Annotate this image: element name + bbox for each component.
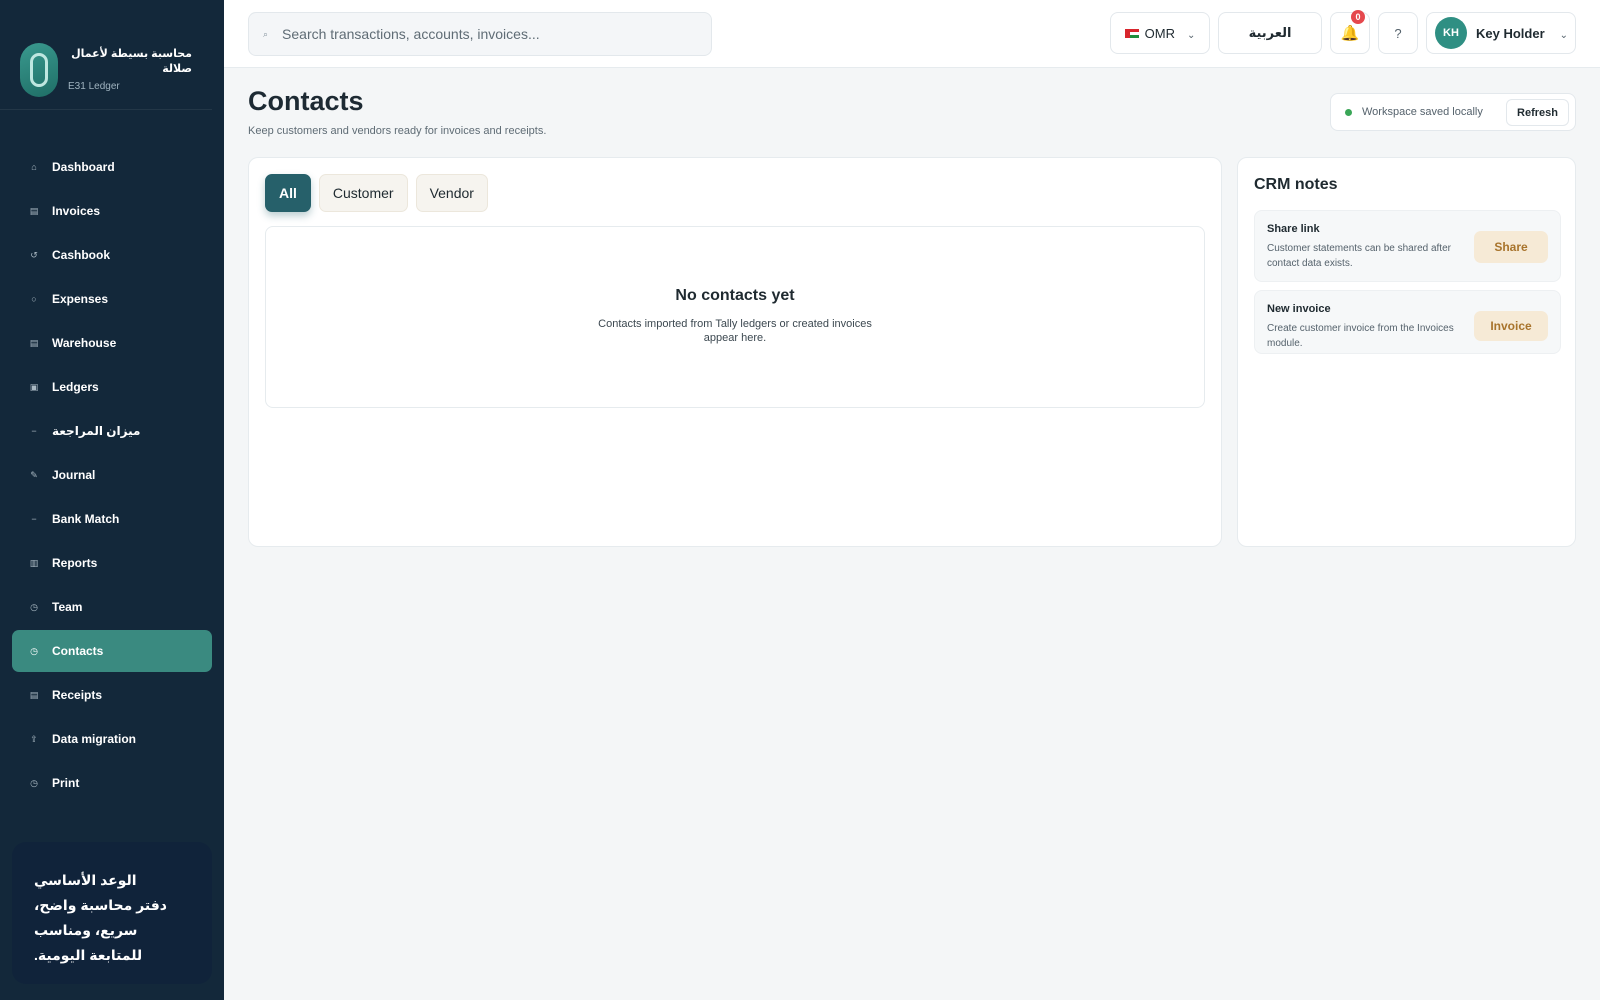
user-menu[interactable]: KH Key Holder ⌄ [1426, 12, 1576, 54]
promise-body: دفتر محاسبة واضح، سريع، ومناسب للمتابعة … [34, 897, 167, 963]
sidebar-item-print[interactable]: ◷ Print [12, 762, 212, 804]
cashbook-icon: ↺ [30, 249, 38, 260]
receipt-icon: ▤ [29, 689, 39, 700]
status-text: Workspace saved locally [1362, 106, 1483, 118]
page-subtitle: Keep customers and vendors ready for inv… [248, 125, 547, 137]
sidebar-nav: ⌂ Dashboard ▤ Invoices ↺ Cashbook ○ Expenses… [12, 146, 212, 806]
page-title: Contacts [248, 86, 364, 116]
warehouse-icon: ▤ [29, 337, 39, 348]
sidebar-item-label: Contacts [52, 644, 104, 658]
contacts-card: All Customer Vendor No contacts yet Cont… [248, 157, 1222, 547]
language-button[interactable]: العربية [1218, 12, 1322, 54]
ledger-icon: ▣ [29, 381, 39, 392]
sidebar-item-bank-match[interactable]: − Bank Match [12, 498, 212, 540]
sidebar-item-label: Data migration [52, 732, 137, 746]
note-text: Customer statements can be shared after … [1267, 243, 1451, 269]
sidebar-item-invoices[interactable]: ▤ Invoices [12, 190, 212, 232]
search-box[interactable]: ⌕ [248, 12, 712, 56]
search-input[interactable] [282, 26, 703, 42]
brand-name: محاسبة بسيطة لأعمال صلالة [71, 48, 192, 75]
notifications-button[interactable]: 🔔 0 [1330, 10, 1370, 54]
sidebar-item-expenses[interactable]: ○ Expenses [12, 278, 212, 320]
invoice-icon: ▤ [29, 205, 39, 216]
sidebar-item-data-migration[interactable]: ⇪ Data migration [12, 718, 212, 760]
topbar: ⌕ OMR ⌄ العربية 🔔 0 ? KH Key Holder ⌄ [224, 0, 1600, 68]
tab-all[interactable]: All [265, 174, 311, 212]
search-icon: ⌕ [263, 28, 269, 39]
sidebar-item-label: Cashbook [52, 248, 111, 262]
home-icon: ⌂ [31, 162, 37, 172]
refresh-button[interactable]: Refresh [1506, 99, 1569, 126]
avatar: KH [1435, 17, 1467, 49]
crm-title: CRM notes [1254, 176, 1338, 193]
upload-icon: ⇪ [30, 733, 38, 744]
sidebar-item-label: Invoices [52, 204, 101, 218]
sidebar-item-receipts[interactable]: ▤ Receipts [12, 674, 212, 716]
team-icon: ◷ [30, 601, 38, 612]
sidebar-item-dashboard[interactable]: ⌂ Dashboard [12, 146, 212, 188]
sidebar-item-label: Reports [52, 556, 98, 570]
sidebar-item-label: Receipts [52, 688, 103, 702]
trial-balance-icon: − [31, 426, 37, 436]
sidebar-item-label: Ledgers [52, 380, 99, 394]
sidebar-item-reports[interactable]: ▥ Reports [12, 542, 212, 584]
sidebar-item-label: Expenses [52, 292, 109, 306]
save-status: Workspace saved locally Refresh [1330, 93, 1576, 131]
crm-note-share-link: Share link Customer statements can be sh… [1254, 210, 1561, 282]
expenses-icon: ○ [31, 294, 37, 304]
sidebar-item-ledgers[interactable]: ▣ Ledgers [12, 366, 212, 408]
user-name: Key Holder [1476, 25, 1545, 41]
sidebar-item-trial-balance[interactable]: − ميزان المراجعة [12, 410, 212, 452]
brand-logo-icon [20, 42, 58, 97]
share-button[interactable]: Share [1474, 231, 1548, 263]
note-title: New invoice [1267, 303, 1331, 315]
brand-subtitle: E31 Ledger [68, 81, 120, 92]
crm-note-new-invoice: New invoice Create customer invoice from… [1254, 290, 1561, 354]
empty-state: No contacts yet Contacts imported from T… [265, 226, 1205, 408]
sidebar-item-contacts[interactable]: ◷ Contacts [12, 630, 212, 672]
note-title: Share link [1267, 223, 1320, 235]
promise-card: الوعد الأساسي دفتر محاسبة واضح، سريع، وم… [12, 842, 212, 984]
crm-notes-card: CRM notes Share link Customer statements… [1237, 157, 1576, 547]
bank-match-icon: − [31, 514, 37, 524]
sidebar-item-label: Team [52, 600, 83, 614]
sidebar-item-label: Journal [52, 468, 96, 482]
help-button[interactable]: ? [1378, 12, 1418, 54]
currency-selector[interactable]: OMR ⌄ [1110, 12, 1210, 54]
sidebar-item-label: Dashboard [52, 160, 115, 174]
journal-icon: ✎ [30, 469, 38, 480]
sidebar: محاسبة بسيطة لأعمال صلالة E31 Ledger ⌂ Da… [0, 0, 224, 1000]
invoice-button[interactable]: Invoice [1474, 311, 1548, 341]
sidebar-item-label: Bank Match [52, 512, 120, 526]
empty-state-title: No contacts yet [675, 287, 795, 304]
status-dot-icon [1345, 108, 1352, 116]
sidebar-item-label: Print [52, 776, 80, 790]
oman-flag-icon [1124, 28, 1139, 38]
chevron-down-icon: ⌄ [1186, 29, 1196, 41]
note-text: Create customer invoice from the Invoice… [1267, 323, 1454, 349]
print-icon: ◷ [30, 777, 38, 788]
sidebar-item-label: Warehouse [52, 336, 117, 350]
notification-badge: 0 [1351, 10, 1365, 24]
reports-icon: ▥ [29, 557, 39, 568]
chevron-down-icon: ⌄ [1559, 29, 1569, 41]
sidebar-item-team[interactable]: ◷ Team [12, 586, 212, 628]
tab-customer[interactable]: Customer [318, 174, 408, 212]
promise-title: الوعد الأساسي [34, 872, 137, 888]
currency-label: OMR [1144, 25, 1175, 41]
brand[interactable]: محاسبة بسيطة لأعمال صلالة E31 Ledger [0, 0, 212, 110]
sidebar-item-journal[interactable]: ✎ Journal [12, 454, 212, 496]
sidebar-item-warehouse[interactable]: ▤ Warehouse [12, 322, 212, 364]
empty-state-text: Contacts imported from Tally ledgers or … [598, 318, 872, 344]
contacts-icon: ◷ [30, 645, 38, 656]
brand-text: محاسبة بسيطة لأعمال صلالة E31 Ledger [68, 47, 192, 92]
bell-icon: 🔔 [1340, 25, 1360, 42]
tab-vendor[interactable]: Vendor [415, 174, 488, 212]
sidebar-item-cashbook[interactable]: ↺ Cashbook [12, 234, 212, 276]
contact-filter-tabs: All Customer Vendor [265, 174, 488, 212]
sidebar-item-label: ميزان المراجعة [52, 424, 141, 438]
